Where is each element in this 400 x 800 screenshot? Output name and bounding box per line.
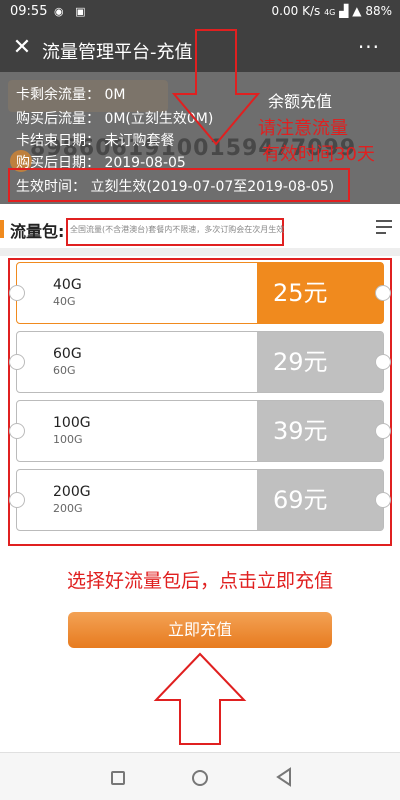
back-icon[interactable] <box>276 767 294 787</box>
recents-icon[interactable] <box>111 771 125 785</box>
system-nav-bar <box>0 752 400 800</box>
annotation-arrows <box>153 29 261 745</box>
down-arrow-annotation <box>171 29 261 146</box>
up-arrow-annotation <box>153 652 247 745</box>
home-icon[interactable] <box>192 770 208 786</box>
